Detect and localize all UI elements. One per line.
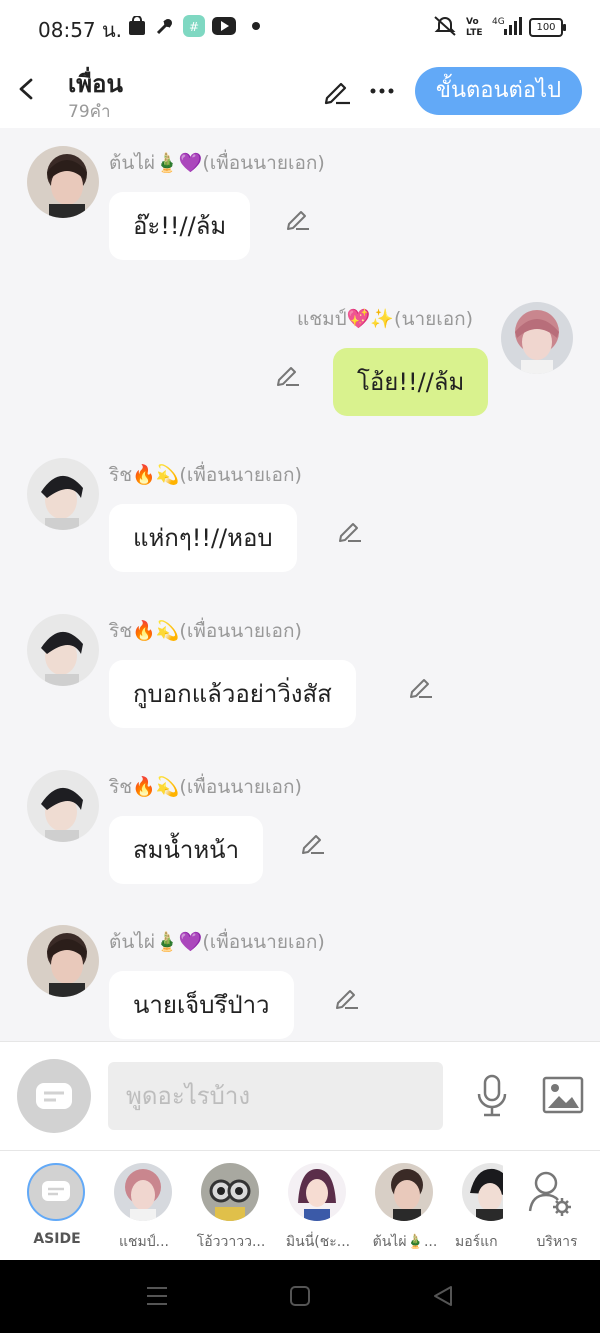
edit-message-icon[interactable] [285,206,311,232]
avatar[interactable] [501,302,573,374]
sender-name: ต้นไผ่🎍💜(เพื่อนนายเอก) [109,931,325,953]
character-item[interactable]: แชมป์... [103,1163,185,1253]
character-label: แชมป์... [119,1234,169,1250]
message-bubble[interactable]: อ๊ะ!!//ล้ม [109,192,251,260]
menu-icon[interactable] [145,1285,169,1311]
sender-name: ริช🔥💫(เพื่อนนายเอก) [109,776,302,798]
edit-message-icon[interactable] [275,362,301,388]
svg-text:LTE: LTE [466,28,482,37]
chat-area[interactable]: ต้นไผ่🎍💜(เพื่อนนายเอก) อ๊ะ!!//ล้ม แชมป์💖… [0,128,600,1041]
edit-message-icon[interactable] [300,830,326,856]
message-input[interactable] [108,1062,443,1130]
avatar [288,1163,346,1221]
sender-name: ริช🔥💫(เพื่อนนายเอก) [109,464,302,486]
edit-message-icon[interactable] [337,518,363,544]
status-time: 08:57 น. [38,18,123,42]
edit-pencil-icon[interactable] [322,76,352,106]
battery-icon: 100 [529,18,566,37]
svg-text:Vo: Vo [466,17,479,27]
character-label: โอ้ววาวว... [196,1234,266,1250]
character-item[interactable]: มินนี่(ชะ... [277,1163,359,1253]
tools-icon [155,15,175,37]
manage-characters[interactable]: บริหาร [508,1163,590,1253]
signal-icon: 4G [492,15,522,37]
message-bubble[interactable]: โอ้ย!!//ล้ม [333,348,489,416]
system-navigation-bar [0,1260,600,1333]
youtube-icon [212,15,236,37]
character-label: มอร์แก [455,1234,498,1250]
more-options-icon[interactable] [368,78,396,102]
image-icon[interactable] [542,1076,584,1114]
volte-icon: Vo LTE [465,15,483,37]
mute-icon [432,15,458,37]
microphone-icon[interactable] [474,1074,510,1118]
sender-name: ริช🔥💫(เพื่อนนายเอก) [109,620,302,642]
edit-message-icon[interactable] [334,985,360,1011]
character-label: ASIDE [33,1231,81,1247]
aside-icon [27,1163,85,1221]
avatar [114,1163,172,1221]
avatar [462,1163,503,1221]
app-icon: # [183,15,205,37]
sender-name: ต้นไผ่🎍💜(เพื่อนนายเอก) [109,152,325,174]
back-arrow-icon[interactable] [14,76,40,102]
character-label: บริหาร [536,1234,578,1250]
status-bar: 08:57 น. # Vo LTE 4G 100 [0,0,600,52]
avatar[interactable] [27,146,99,218]
home-icon[interactable] [289,1285,311,1311]
avatar[interactable] [27,458,99,530]
avatar[interactable] [27,925,99,997]
manage-user-gear-icon [522,1163,580,1221]
message-bubble[interactable]: นายเจ็บรึป่าว [109,971,294,1039]
message-bubble[interactable]: สมน้ำหน้า [109,816,264,884]
sender-name: แชมป์💖✨(นายเอก) [297,308,474,330]
shopping-bag-icon [127,15,147,37]
avatar [375,1163,433,1221]
character-label: ต้นไผ่🎍... [372,1234,438,1250]
character-item[interactable]: ต้นไผ่🎍... [364,1163,446,1253]
back-triangle-icon[interactable] [432,1284,454,1312]
character-label: มินนี่(ชะ... [285,1234,351,1250]
avatar[interactable] [27,770,99,842]
avatar [201,1163,259,1221]
word-count: 79คำ [68,102,111,122]
next-step-button[interactable]: ขั้นตอนต่อไป [415,67,582,115]
character-selector: ASIDE แชมป์... โอ้ววาวว... มินนี่(ชะ... … [0,1150,600,1261]
aside-toggle-button[interactable] [17,1059,91,1133]
edit-message-icon[interactable] [408,674,434,700]
character-item[interactable]: โอ้ววาวว... [190,1163,272,1253]
character-aside[interactable]: ASIDE [16,1163,98,1253]
avatar[interactable] [27,614,99,686]
notification-dot-icon [250,15,262,37]
svg-text:4G: 4G [492,17,505,27]
character-item[interactable]: มอร์แก [451,1163,503,1253]
chat-header: เพื่อน 79คำ ขั้นตอนต่อไป [0,52,600,128]
svg-text:#: # [189,20,199,34]
input-bar [0,1041,600,1150]
message-bubble[interactable]: แห่กๆ!!//หอบ [109,504,297,572]
message-bubble[interactable]: กูบอกแล้วอย่าวิ่งสัส [109,660,356,728]
